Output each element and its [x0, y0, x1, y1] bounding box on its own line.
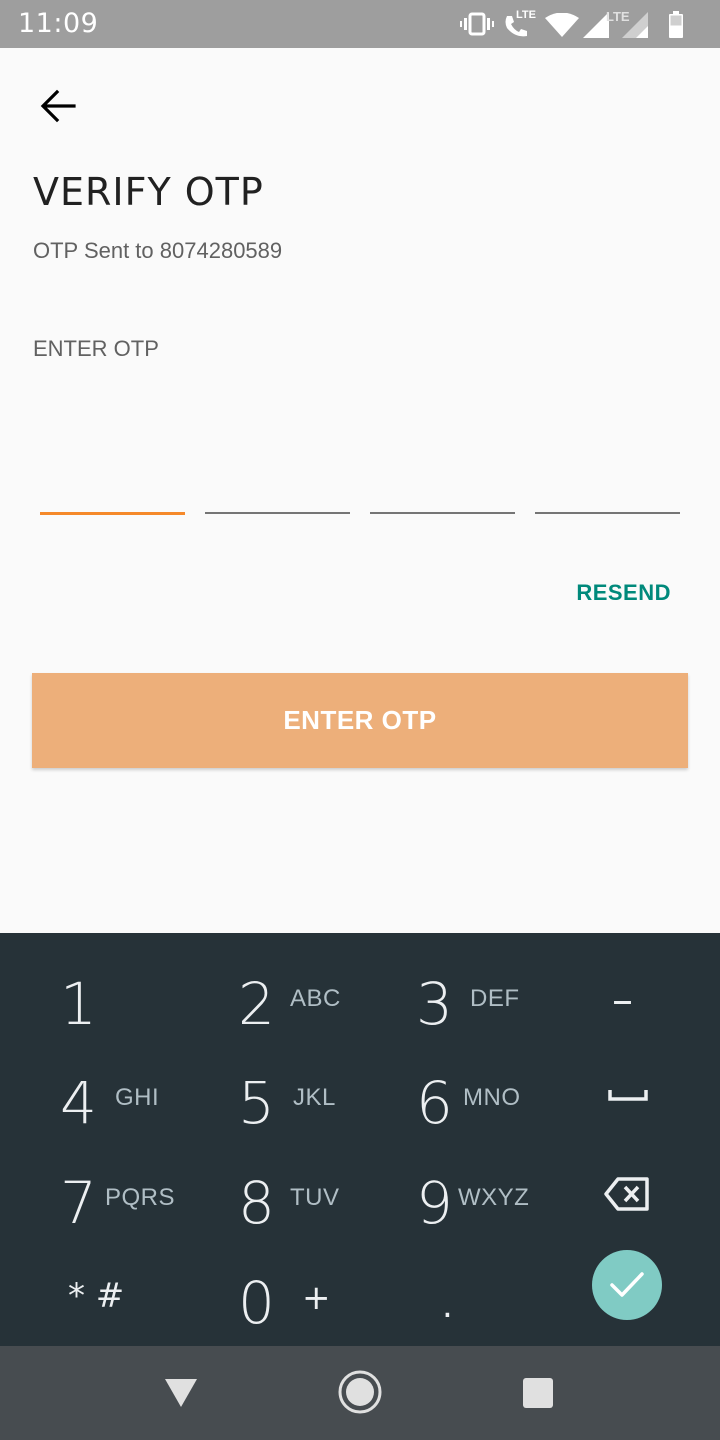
key-letters: PQRS	[105, 1184, 176, 1211]
space-icon	[608, 1090, 648, 1101]
recents-square-icon[interactable]	[522, 1377, 554, 1409]
key-backspace[interactable]	[580, 1146, 680, 1246]
wifi-icon	[545, 13, 579, 37]
key-letters: ABC	[290, 985, 341, 1012]
key-7[interactable]: 7 PQRS	[40, 1146, 190, 1246]
minus-symbol: –	[612, 975, 633, 1024]
key-6[interactable]: 6 MNO	[398, 1046, 548, 1146]
page-title: VERIFY OTP	[33, 170, 264, 214]
key-letters: GHI	[115, 1084, 160, 1111]
star-hash-symbol: * #	[68, 1276, 125, 1316]
call-lte-label: LTE	[516, 9, 536, 21]
done-button[interactable]	[592, 1250, 662, 1320]
otp-digit-4[interactable]	[535, 460, 680, 514]
key-letters: JKL	[293, 1084, 336, 1111]
key-star-hash[interactable]: * #	[40, 1246, 190, 1346]
key-minus[interactable]: –	[580, 947, 680, 1047]
key-0[interactable]: 0 +	[220, 1246, 370, 1346]
key-1[interactable]: 1	[40, 947, 190, 1047]
navigation-bar	[0, 1346, 720, 1440]
key-digit: 7	[60, 1169, 97, 1237]
key-5[interactable]: 5 JKL	[220, 1046, 370, 1146]
key-4[interactable]: 4 GHI	[40, 1046, 190, 1146]
otp-sent-prefix: OTP Sent to	[33, 238, 154, 263]
resend-link[interactable]: RESEND	[576, 580, 671, 606]
key-space[interactable]	[580, 1046, 680, 1146]
key-letters: MNO	[463, 1084, 521, 1111]
key-letters: TUV	[290, 1184, 340, 1211]
otp-sent-subtitle: OTP Sent to 8074280589	[33, 238, 282, 264]
status-bar: 11:09 LTE LTE	[0, 0, 720, 48]
key-digit: 8	[238, 1169, 275, 1237]
key-digit: 1	[60, 970, 97, 1038]
enter-otp-button[interactable]: ENTER OTP	[32, 673, 688, 768]
key-digit: 9	[416, 1169, 453, 1237]
otp-digit-1[interactable]	[40, 460, 185, 515]
numeric-keyboard: 1 2 ABC 3 DEF – 4 GHI 5 JKL 6 MNO 7 PQRS…	[0, 933, 720, 1346]
back-triangle-icon[interactable]	[164, 1378, 198, 1408]
status-icons: LTE LTE	[440, 0, 720, 48]
key-8[interactable]: 8 TUV	[220, 1146, 370, 1246]
key-digit: 2	[238, 970, 275, 1038]
status-time: 11:09	[18, 8, 99, 39]
back-button[interactable]	[28, 80, 84, 130]
key-letters: +	[302, 1278, 331, 1318]
home-circle-icon[interactable]	[336, 1368, 384, 1416]
check-icon	[610, 1272, 644, 1297]
period-symbol: .	[442, 1286, 453, 1326]
key-digit: 6	[416, 1069, 453, 1137]
otp-digit-3[interactable]	[370, 460, 515, 514]
key-digit: 0	[238, 1269, 275, 1337]
battery-icon	[669, 11, 683, 38]
key-3[interactable]: 3 DEF	[398, 947, 548, 1047]
key-letters: DEF	[470, 985, 520, 1012]
key-digit: 4	[60, 1069, 97, 1137]
key-2[interactable]: 2 ABC	[220, 947, 370, 1047]
arrow-back-icon	[40, 89, 76, 123]
backspace-icon	[604, 1177, 649, 1211]
key-period[interactable]: .	[398, 1246, 548, 1346]
otp-label: ENTER OTP	[33, 336, 159, 361]
key-digit: 5	[238, 1069, 275, 1137]
key-9[interactable]: 9 WXYZ	[398, 1146, 548, 1246]
otp-digit-2[interactable]	[205, 460, 350, 514]
vibrate-icon	[460, 12, 494, 36]
otp-sent-phone: 8074280589	[159, 238, 283, 263]
key-letters: WXYZ	[458, 1184, 530, 1211]
key-digit: 3	[416, 970, 453, 1038]
signal-lte-label: LTE	[606, 9, 630, 24]
